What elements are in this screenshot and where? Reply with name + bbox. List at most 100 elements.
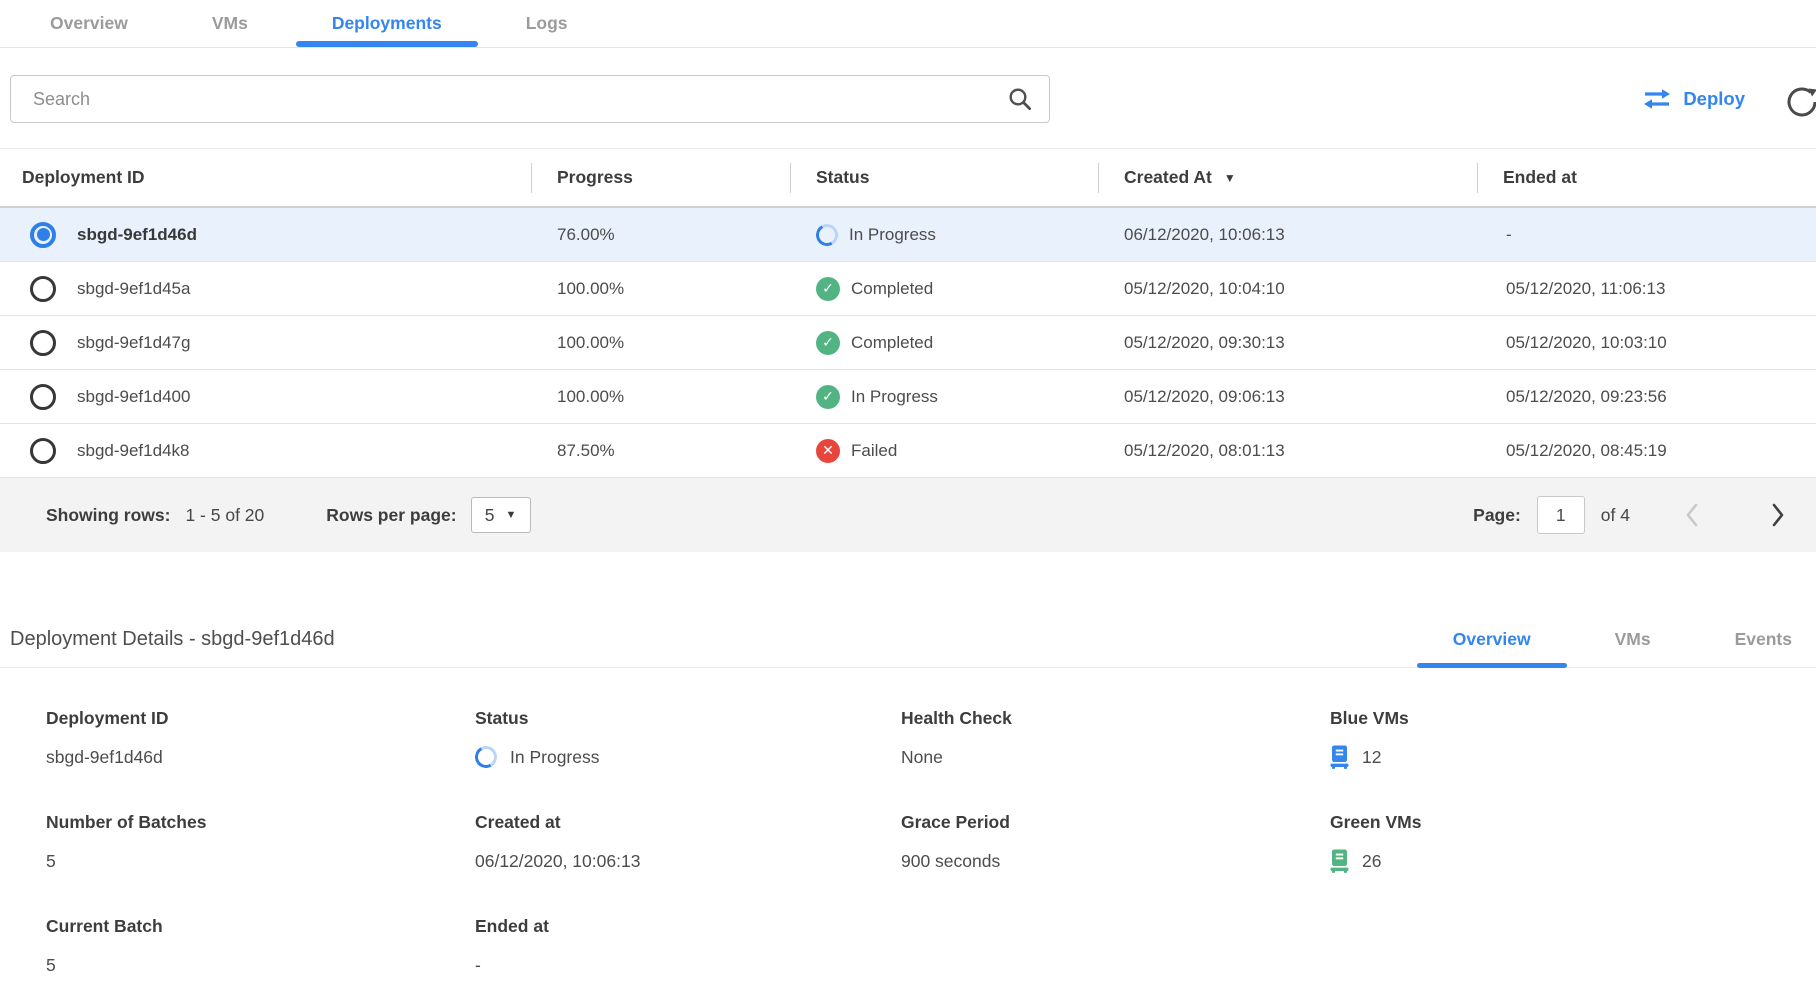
detail-field: Green VMs 26 bbox=[1330, 812, 1816, 874]
vm-icon bbox=[1330, 849, 1349, 873]
table-row[interactable]: sbgd-9ef1d400 100.00% ✓ In Progress 05/1… bbox=[0, 370, 1816, 424]
check-circle-icon: ✓ bbox=[816, 385, 840, 409]
rows-per-page-value: 5 bbox=[485, 505, 495, 526]
row-radio[interactable] bbox=[30, 438, 56, 464]
tab-label: Deployments bbox=[332, 13, 442, 34]
table-row[interactable]: sbgd-9ef1d47g 100.00% ✓ Completed 05/12/… bbox=[0, 316, 1816, 370]
rows-per-page-label: Rows per page: bbox=[326, 505, 456, 526]
next-page-button[interactable] bbox=[1766, 498, 1790, 532]
row-radio[interactable] bbox=[30, 384, 56, 410]
col-deployment-id: Deployment ID bbox=[0, 167, 531, 188]
table-row[interactable]: sbgd-9ef1d46d 76.00% In Progress 06/12/2… bbox=[0, 208, 1816, 262]
progress-cell: 100.00% bbox=[531, 333, 790, 353]
toolbar: Deploy bbox=[10, 75, 1806, 123]
table-body: sbgd-9ef1d46d 76.00% In Progress 06/12/2… bbox=[0, 208, 1816, 478]
row-radio[interactable] bbox=[30, 330, 56, 356]
detail-label: Grace Period bbox=[901, 812, 1330, 833]
row-radio[interactable] bbox=[30, 276, 56, 302]
status-cell: ✕ Failed bbox=[790, 439, 1098, 463]
detail-label: Created at bbox=[475, 812, 901, 833]
created-at-cell: 06/12/2020, 10:06:13 bbox=[1098, 225, 1477, 245]
detail-label: Current Batch bbox=[46, 916, 475, 937]
chevron-down-icon: ▼ bbox=[506, 509, 517, 521]
progress-cell: 87.50% bbox=[531, 441, 790, 461]
deploy-button[interactable]: Deploy bbox=[1642, 75, 1745, 123]
deployment-id: sbgd-9ef1d45a bbox=[77, 279, 190, 299]
detail-value: 5 bbox=[46, 848, 475, 874]
details-grid: Deployment ID sbgd-9ef1d46d Status In Pr… bbox=[0, 708, 1816, 978]
detail-value: 5 bbox=[46, 952, 475, 978]
col-ended-at: Ended at bbox=[1477, 167, 1816, 188]
detail-field: Created at 06/12/2020, 10:06:13 bbox=[475, 812, 901, 874]
tab-label: Overview bbox=[1453, 629, 1531, 650]
detail-value: 12 bbox=[1330, 744, 1816, 770]
details-tab-events[interactable]: Events bbox=[1693, 612, 1816, 667]
col-created-at[interactable]: Created At ▼ bbox=[1098, 167, 1477, 188]
refresh-icon[interactable] bbox=[1785, 85, 1816, 119]
prev-page-button[interactable] bbox=[1680, 498, 1704, 532]
ended-at-cell: 05/12/2020, 09:23:56 bbox=[1477, 387, 1816, 407]
tab-label: Logs bbox=[526, 13, 568, 34]
detail-value: 26 bbox=[1330, 848, 1816, 874]
detail-label: Number of Batches bbox=[46, 812, 475, 833]
details-title: Deployment Details - sbgd-9ef1d46d bbox=[0, 628, 335, 651]
check-circle-icon: ✓ bbox=[816, 277, 840, 301]
table-header: Deployment ID Progress Status Created At… bbox=[0, 148, 1816, 208]
spinner-icon bbox=[814, 221, 841, 248]
table-row[interactable]: sbgd-9ef1d4k8 87.50% ✕ Failed 05/12/2020… bbox=[0, 424, 1816, 478]
tab-logs[interactable]: Logs bbox=[484, 0, 610, 47]
details-header: Deployment Details - sbgd-9ef1d46d Overv… bbox=[0, 612, 1816, 668]
deployment-id-cell: sbgd-9ef1d45a bbox=[0, 276, 531, 302]
showing-rows-label: Showing rows: bbox=[46, 505, 170, 526]
main-tab-bar: Overview VMs Deployments Logs bbox=[0, 0, 1816, 48]
detail-field: Status In Progress bbox=[475, 708, 901, 770]
page-input[interactable] bbox=[1537, 496, 1585, 534]
swap-arrows-icon bbox=[1642, 88, 1672, 110]
tab-overview[interactable]: Overview bbox=[8, 0, 170, 47]
deployment-id-cell: sbgd-9ef1d47g bbox=[0, 330, 531, 356]
detail-field: Current Batch 5 bbox=[46, 916, 475, 978]
col-progress: Progress bbox=[531, 167, 790, 188]
detail-value: None bbox=[901, 744, 1330, 770]
detail-field: Number of Batches 5 bbox=[46, 812, 475, 874]
details-tab-overview[interactable]: Overview bbox=[1411, 612, 1573, 667]
tab-label: Events bbox=[1735, 629, 1792, 650]
deployment-id: sbgd-9ef1d4k8 bbox=[77, 441, 189, 461]
tab-label: Overview bbox=[50, 13, 128, 34]
ended-at-cell: - bbox=[1477, 225, 1816, 245]
detail-value: 06/12/2020, 10:06:13 bbox=[475, 848, 901, 874]
deployment-id: sbgd-9ef1d400 bbox=[77, 387, 190, 407]
tab-vms[interactable]: VMs bbox=[170, 0, 290, 47]
table-row[interactable]: sbgd-9ef1d45a 100.00% ✓ Completed 05/12/… bbox=[0, 262, 1816, 316]
detail-label: Status bbox=[475, 708, 901, 729]
deployment-id-cell: sbgd-9ef1d400 bbox=[0, 384, 531, 410]
page-total: of 4 bbox=[1601, 505, 1630, 526]
col-status: Status bbox=[790, 167, 1098, 188]
created-at-cell: 05/12/2020, 10:04:10 bbox=[1098, 279, 1477, 299]
detail-field: Ended at - bbox=[475, 916, 901, 978]
search-input[interactable] bbox=[33, 89, 1007, 110]
row-radio[interactable] bbox=[30, 222, 56, 248]
progress-cell: 100.00% bbox=[531, 387, 790, 407]
status-cell: In Progress bbox=[790, 224, 1098, 246]
created-at-cell: 05/12/2020, 09:06:13 bbox=[1098, 387, 1477, 407]
cross-circle-icon: ✕ bbox=[816, 439, 840, 463]
search-box[interactable] bbox=[10, 75, 1050, 123]
status-label: Completed bbox=[851, 333, 933, 353]
detail-value: sbgd-9ef1d46d bbox=[46, 744, 475, 770]
status-cell: ✓ In Progress bbox=[790, 385, 1098, 409]
details-tab-vms[interactable]: VMs bbox=[1573, 612, 1693, 667]
details-tab-bar: Overview VMs Events bbox=[1411, 612, 1816, 667]
showing-rows-value: 1 - 5 of 20 bbox=[185, 505, 264, 526]
status-label: In Progress bbox=[849, 225, 936, 245]
tab-deployments[interactable]: Deployments bbox=[290, 0, 484, 47]
created-at-cell: 05/12/2020, 08:01:13 bbox=[1098, 441, 1477, 461]
rows-per-page-select[interactable]: 5 ▼ bbox=[471, 497, 531, 533]
deployment-id-cell: sbgd-9ef1d46d bbox=[0, 222, 531, 248]
detail-label: Green VMs bbox=[1330, 812, 1816, 833]
status-cell: ✓ Completed bbox=[790, 331, 1098, 355]
detail-label: Ended at bbox=[475, 916, 901, 937]
vm-icon bbox=[1330, 745, 1349, 769]
deployment-id-cell: sbgd-9ef1d4k8 bbox=[0, 438, 531, 464]
page-label: Page: bbox=[1473, 505, 1521, 526]
